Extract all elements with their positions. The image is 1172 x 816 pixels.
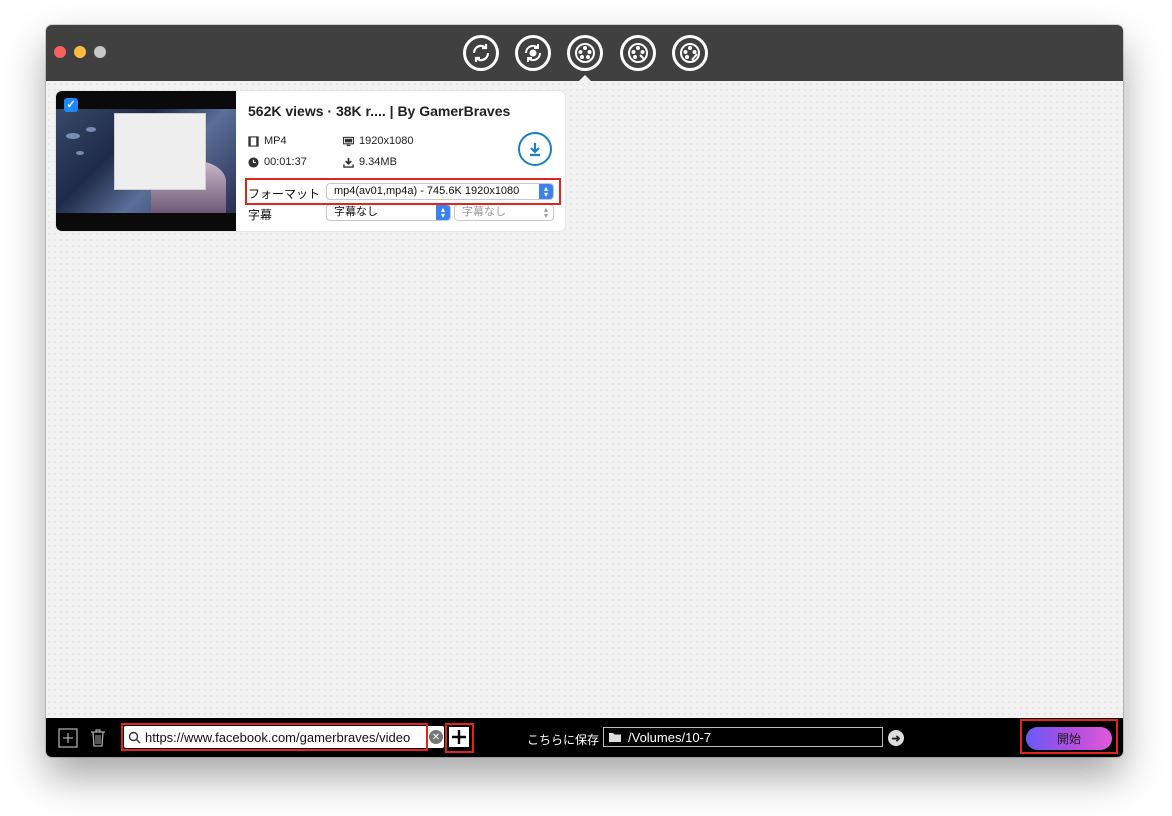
folder-icon	[609, 733, 621, 742]
save-path-field[interactable]: /Volumes/10-7	[603, 727, 883, 747]
subtitle-secondary-select[interactable]: 字幕なし ▴ ▾	[454, 204, 554, 221]
add-icon	[58, 728, 78, 748]
repair-icon	[680, 43, 700, 63]
url-input[interactable]: https://www.facebook.com/gamerbraves/vid…	[124, 726, 444, 748]
trash-icon	[91, 729, 105, 747]
download-tool-button[interactable]	[567, 35, 603, 71]
delete-button[interactable]	[88, 728, 108, 753]
zoom-window-button[interactable]	[94, 46, 106, 58]
close-window-button[interactable]	[54, 46, 66, 58]
duration-meta: 00:01:37	[248, 156, 307, 168]
select-checkbox[interactable]: ✓	[64, 98, 78, 112]
size-meta: 9.34MB	[343, 156, 397, 168]
minimize-window-button[interactable]	[74, 46, 86, 58]
download-icon	[575, 43, 595, 63]
add-url-button[interactable]	[449, 727, 469, 747]
film-icon	[248, 135, 259, 147]
select-chevron-icon: ▴ ▾	[436, 205, 450, 220]
video-title: 562K views · 38K r.... | By GamerBraves	[248, 103, 511, 119]
download-arrow-icon	[530, 143, 540, 157]
video-item-card[interactable]: ✓ 562K views · 38K r.... | By GamerBrave…	[56, 91, 565, 231]
open-folder-arrow-icon[interactable]: ➜	[888, 730, 904, 746]
subtitle-select[interactable]: 字幕なし ▴ ▾	[326, 204, 451, 221]
plus-icon	[452, 730, 466, 744]
select-chevron-icon: ▴ ▾	[543, 204, 548, 220]
video-thumbnail[interactable]: ✓	[56, 91, 236, 231]
edit-tool-button[interactable]	[620, 35, 656, 71]
monitor-icon	[343, 136, 354, 146]
start-button[interactable]: 開始	[1026, 727, 1112, 750]
resolution-meta: 1920x1080	[343, 135, 413, 147]
convert-icon	[472, 44, 490, 62]
clear-url-button[interactable]: ✕	[429, 730, 443, 744]
format-select[interactable]: mp4(av01,mp4a) - 745.6K 1920x1080 ▴ ▾	[326, 183, 554, 200]
transfer-tool-button[interactable]	[515, 35, 551, 71]
download-button[interactable]	[518, 132, 552, 166]
title-bar	[46, 25, 1123, 81]
transfer-icon	[524, 44, 542, 62]
format-meta: MP4	[248, 135, 287, 147]
thumbnail-placeholder-box	[114, 113, 206, 190]
save-location-label: こちらに保存	[527, 733, 600, 747]
download-list: ✓ 562K views · 38K r.... | By GamerBrave…	[46, 81, 1123, 718]
subtitle-label: 字幕	[248, 208, 273, 222]
convert-tool-button[interactable]	[463, 35, 499, 71]
format-label: フォーマット	[248, 187, 321, 201]
edit-icon	[628, 43, 648, 63]
select-chevron-icon: ▴ ▾	[539, 184, 553, 199]
download-size-icon	[343, 157, 354, 168]
search-icon	[128, 731, 141, 743]
clock-icon	[248, 156, 259, 168]
add-file-button[interactable]	[58, 728, 78, 753]
bottom-bar: https://www.facebook.com/gamerbraves/vid…	[46, 718, 1123, 757]
repair-tool-button[interactable]	[672, 35, 708, 71]
app-window: ✓ 562K views · 38K r.... | By GamerBrave…	[46, 25, 1123, 757]
